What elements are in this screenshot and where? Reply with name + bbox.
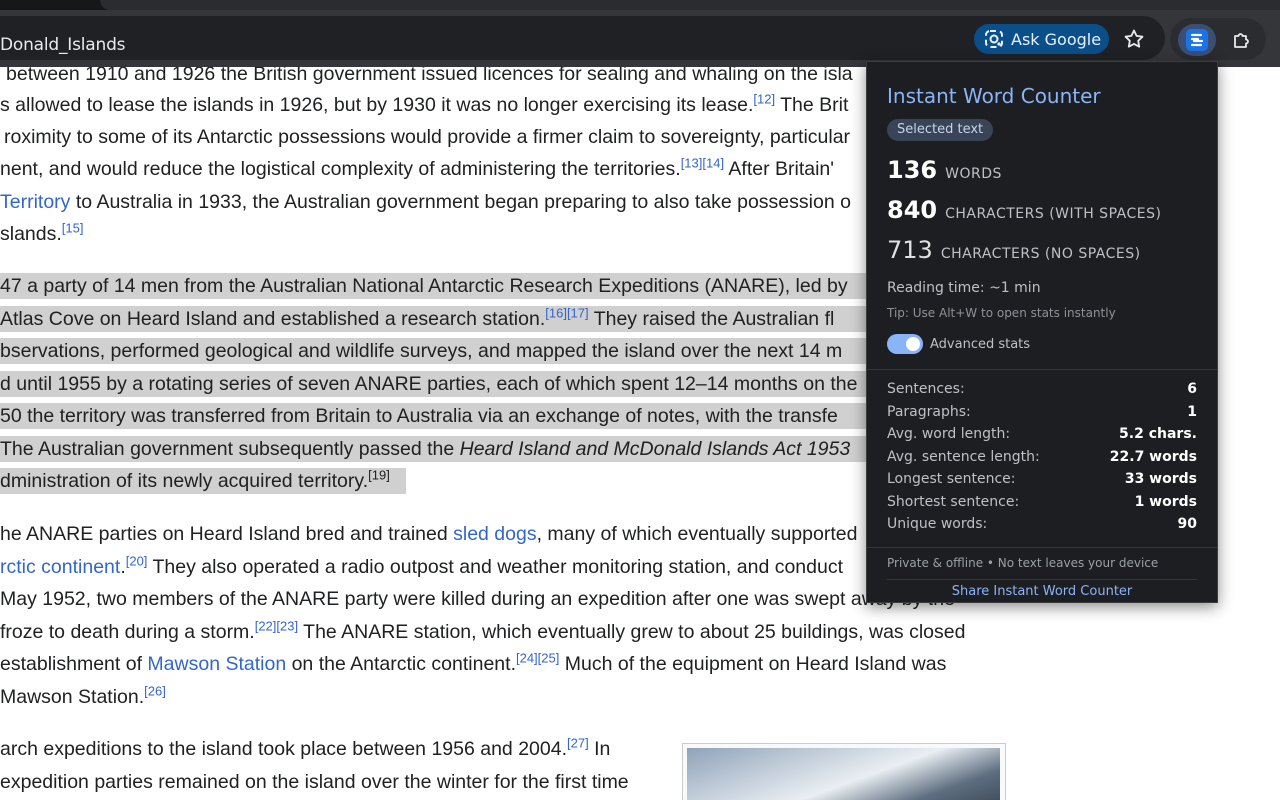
article-line: Mawson Station.[26]: [0, 683, 166, 709]
tab-strip: [0, 0, 1280, 10]
stat-value: 90: [1177, 516, 1197, 532]
reading-time: Reading time: ~1 min: [887, 280, 1041, 296]
mode-badge: Selected text: [887, 119, 994, 141]
citation-link[interactable]: [14]: [702, 156, 724, 171]
article-line: May 1952, two members of the ANARE party…: [0, 588, 955, 610]
selected-line: The Australian government subsequently p…: [0, 436, 866, 462]
article-line: s allowed to lease the islands in 1926, …: [0, 91, 849, 117]
stat-row-sentences: Sentences: 6: [887, 381, 1197, 403]
chars-no-spaces-stat: 713 CHARACTERS (NO SPACES): [887, 236, 1141, 264]
stat-row-avg-sentence-length: Avg. sentence length: 22.7 words: [887, 449, 1197, 471]
stat-label: Avg. word length:: [887, 426, 1011, 442]
ask-google-label: Ask Google: [1011, 29, 1102, 49]
article-image-thumbnail[interactable]: [682, 743, 1006, 800]
bookmark-star-icon[interactable]: [1122, 27, 1146, 51]
word-counter-icon: [1186, 29, 1208, 51]
divider: [867, 369, 1217, 370]
selected-line: 47 a party of 14 men from the Australian…: [0, 273, 866, 299]
stat-row-paragraphs: Paragraphs: 1: [887, 404, 1197, 426]
citation-link[interactable]: [26]: [144, 684, 166, 699]
word-counter-extension-button[interactable]: [1178, 24, 1216, 56]
share-link[interactable]: Share Instant Word Counter: [887, 584, 1197, 599]
stat-label: Paragraphs:: [887, 404, 971, 420]
selected-line: bservations, performed geological and wi…: [0, 338, 866, 364]
stat-row-unique-words: Unique words: 90: [887, 516, 1197, 538]
citation-link[interactable]: [25]: [538, 651, 560, 666]
word-count-stat: 136 WORDS: [887, 156, 1002, 184]
citation-link[interactable]: [19]: [368, 468, 390, 483]
article-line: roximity to some of its Antarctic posses…: [4, 126, 851, 148]
stat-value: 33 words: [1124, 471, 1197, 487]
browser-toolbar: Donald_Islands Ask Google: [0, 10, 1280, 67]
heard-island-photo: [687, 748, 1000, 800]
article-line: slands.[15]: [0, 220, 84, 246]
word-count-unit: WORDS: [945, 166, 1002, 182]
stat-value: 1 words: [1134, 494, 1197, 510]
citation-link[interactable]: [23]: [276, 619, 298, 634]
article-line: between 1910 and 1926 the British govern…: [6, 67, 853, 85]
active-tab[interactable]: [100, 0, 1280, 10]
sled-dogs-link[interactable]: sled dogs: [453, 523, 536, 545]
stat-value: 1: [1187, 404, 1197, 420]
citation-link[interactable]: [17]: [567, 306, 589, 321]
url-text[interactable]: Donald_Islands: [0, 35, 126, 55]
privacy-note: Private & offline • No text leaves your …: [887, 556, 1159, 570]
stat-label: Sentences:: [887, 381, 965, 397]
advanced-stats-toggle[interactable]: [887, 334, 923, 354]
article-line: establishment of Mawson Station on the A…: [0, 650, 947, 676]
google-lens-icon: [985, 30, 1003, 48]
stat-row-longest-sentence: Longest sentence: 33 words: [887, 471, 1197, 493]
word-count-value: 136: [887, 156, 938, 184]
citation-link[interactable]: [12]: [753, 92, 775, 107]
shortcut-tip: Tip: Use Alt+W to open stats instantly: [887, 306, 1116, 320]
stat-label: Unique words:: [887, 516, 988, 532]
citation-link[interactable]: [15]: [62, 221, 84, 236]
selected-line: d until 1955 by a rotating series of sev…: [0, 371, 866, 397]
popup-title: Instant Word Counter: [887, 84, 1101, 108]
chars-no-spaces-unit: CHARACTERS (NO SPACES): [940, 246, 1141, 262]
chars-with-spaces-stat: 840 CHARACTERS (WITH SPACES): [887, 196, 1161, 224]
chars-with-spaces-value: 840: [887, 196, 938, 224]
selected-line: Atlas Cove on Heard Island and establish…: [0, 306, 866, 332]
advanced-stats-label: Advanced stats: [930, 337, 1031, 352]
stat-row-shortest-sentence: Shortest sentence: 1 words: [887, 494, 1197, 516]
article-line: arch expeditions to the island took plac…: [0, 735, 611, 761]
word-counter-popup: Instant Word Counter Selected text 136 WO…: [866, 61, 1218, 603]
stat-label: Avg. sentence length:: [887, 449, 1040, 465]
article-line: he ANARE parties on Heard Island bred an…: [0, 523, 858, 545]
extensions-puzzle-icon[interactable]: [1230, 28, 1254, 52]
stat-row-avg-word-length: Avg. word length: 5.2 chars.: [887, 426, 1197, 448]
article-line: froze to death during a storm.[22][23] T…: [0, 618, 966, 644]
citation-link[interactable]: [22]: [255, 619, 277, 634]
divider: [867, 547, 1217, 548]
selected-line: dministration of its newly acquired terr…: [0, 468, 406, 494]
chars-with-spaces-unit: CHARACTERS (WITH SPACES): [945, 206, 1162, 222]
selected-line: 50 the territory was transferred from Br…: [0, 403, 866, 429]
citation-link[interactable]: [24]: [516, 651, 538, 666]
article-line: expedition parties remained on the islan…: [0, 771, 629, 793]
stat-value: 22.7 words: [1109, 449, 1197, 465]
article-line: nent, and would reduce the logistical co…: [0, 155, 834, 181]
stat-value: 5.2 chars.: [1119, 426, 1197, 442]
stat-label: Shortest sentence:: [887, 494, 1020, 510]
citation-link[interactable]: [16]: [545, 306, 567, 321]
citation-link[interactable]: [20]: [126, 554, 148, 569]
chars-no-spaces-value: 713: [887, 236, 933, 264]
stat-label: Longest sentence:: [887, 471, 1016, 487]
stat-value: 6: [1187, 381, 1197, 397]
act-title: Heard Island and McDonald Islands Act 19…: [459, 438, 851, 460]
territory-link[interactable]: Territory: [0, 191, 70, 213]
article-line: rctic continent.[20] They also operated …: [0, 553, 844, 579]
citation-link[interactable]: [27]: [567, 736, 589, 751]
antarctic-continent-link[interactable]: rctic continent: [0, 556, 120, 578]
mawson-station-link[interactable]: Mawson Station: [147, 653, 286, 675]
divider: [887, 579, 1197, 580]
ask-google-button[interactable]: Ask Google: [974, 24, 1109, 54]
citation-link[interactable]: [13]: [681, 156, 703, 171]
article-line: Territory to Australia in 1933, the Aust…: [0, 191, 851, 213]
